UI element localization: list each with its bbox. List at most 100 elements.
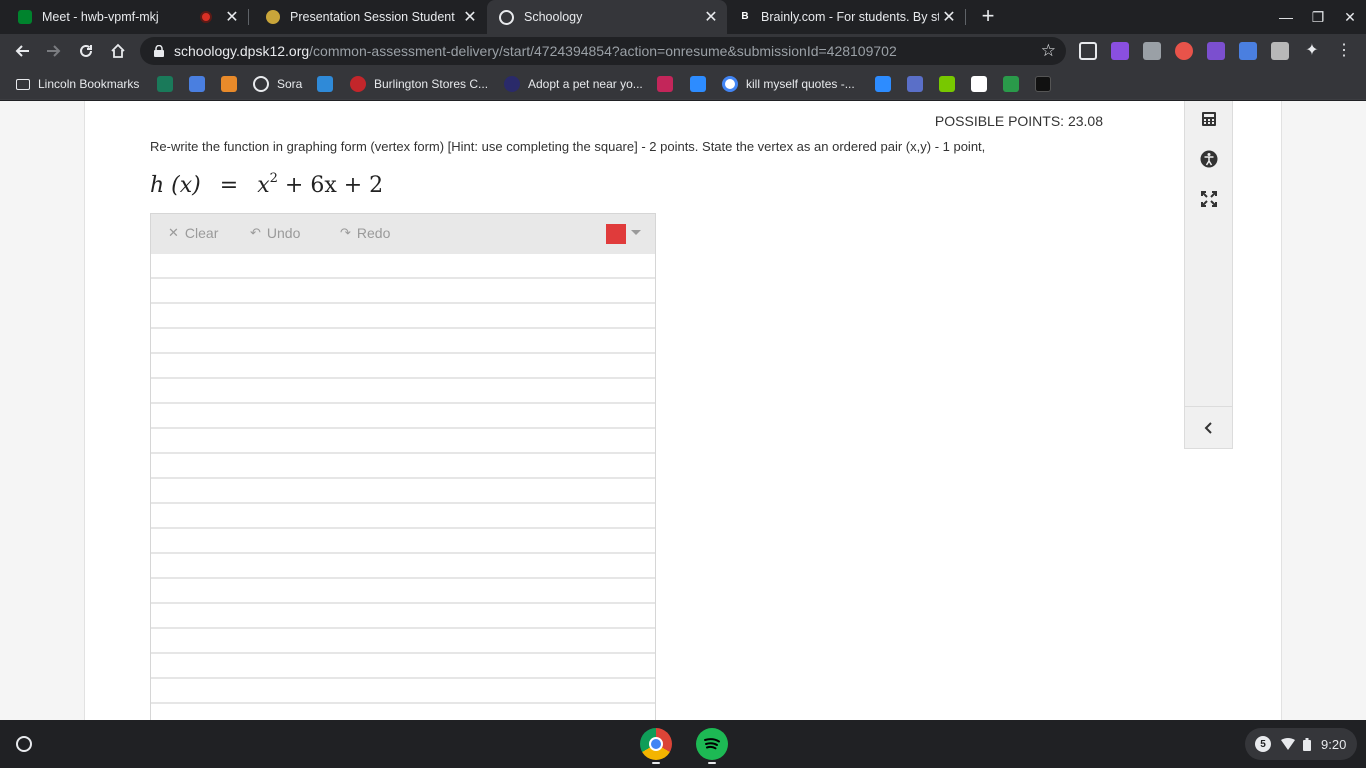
url-path: /common-assessment-delivery/start/472439… <box>309 43 897 59</box>
tab-presentation[interactable]: Presentation Session Student ✕ <box>248 0 486 34</box>
bookmark-icon[interactable] <box>317 76 333 92</box>
close-icon[interactable]: ✕ <box>460 7 480 27</box>
possible-points: POSSIBLE POINTS: 23.08 <box>934 113 1103 129</box>
home-icon[interactable] <box>106 39 130 63</box>
bookmark-icon[interactable] <box>657 76 673 92</box>
bookmark-lincoln[interactable]: Lincoln Bookmarks <box>16 68 139 100</box>
google-meet-icon <box>18 10 32 24</box>
battery-icon <box>1303 737 1311 751</box>
close-icon[interactable]: ✕ <box>222 7 242 27</box>
tab-schoology[interactable]: Schoology ✕ <box>487 0 727 34</box>
collapse-chevron-icon[interactable] <box>1185 410 1232 446</box>
bookmark-icon[interactable] <box>221 76 237 92</box>
browser-toolbar: schoology.dpsk12.org /common-assessment-… <box>0 34 1366 68</box>
drawing-canvas-widget: ✕ Clear ↶ Undo ↷ Redo <box>150 213 656 720</box>
bookmark-icon[interactable] <box>157 76 173 92</box>
close-window-icon[interactable]: ✕ <box>1339 6 1361 28</box>
extension-icon[interactable] <box>1143 42 1161 60</box>
bookmark-adopt[interactable]: Adopt a pet near yo... <box>504 68 643 100</box>
paw-icon <box>504 76 520 92</box>
clear-button[interactable]: ✕ Clear <box>168 225 218 241</box>
google-icon <box>722 76 738 92</box>
translate-icon[interactable] <box>1239 42 1257 60</box>
tool-side-panel <box>1184 101 1233 449</box>
sora-icon <box>253 76 269 92</box>
spotify-icon[interactable] <box>696 728 728 760</box>
bookmark-sora[interactable]: Sora <box>253 68 302 100</box>
drawing-area[interactable] <box>151 254 655 720</box>
url-host: schoology.dpsk12.org <box>174 43 310 59</box>
tab-meet[interactable]: Meet - hwb-vpmf-mkj ✕ <box>0 0 249 34</box>
address-bar[interactable]: schoology.dpsk12.org /common-assessment-… <box>140 37 1066 65</box>
sigma-icon[interactable] <box>971 76 987 92</box>
bookmark-label: Lincoln Bookmarks <box>38 77 140 91</box>
extension-icon[interactable] <box>1111 42 1129 60</box>
tab-title: Meet - hwb-vpmf-mkj <box>42 10 159 24</box>
duolingo-icon[interactable] <box>939 76 955 92</box>
equation-lhs: h (x) <box>150 173 201 198</box>
bookmark-google[interactable]: kill myself quotes -... <box>722 68 855 100</box>
tab-title: Brainly.com - For students. By st <box>761 10 939 24</box>
zoom-icon[interactable] <box>875 76 891 92</box>
bookmark-star-icon[interactable]: ☆ <box>1041 41 1056 61</box>
burlington-icon <box>350 76 366 92</box>
zoom-icon[interactable] <box>690 76 706 92</box>
bookmark-label: kill myself quotes -... <box>746 77 855 91</box>
brainly-icon: B <box>739 10 751 24</box>
minimize-icon[interactable]: — <box>1275 6 1297 28</box>
folder-icon <box>16 78 30 90</box>
extension-icon[interactable] <box>1079 42 1097 60</box>
tab-brainly[interactable]: B Brainly.com - For students. By st ✕ <box>727 0 966 34</box>
drawing-toolbar: ✕ Clear ↶ Undo ↷ Redo <box>151 214 655 254</box>
x-icon: ✕ <box>168 225 179 240</box>
notification-count: 5 <box>1255 736 1271 752</box>
page-content: POSSIBLE POINTS: 23.08 Re-write the func… <box>0 101 1366 720</box>
pear-deck-icon <box>266 10 280 24</box>
tab-strip: Meet - hwb-vpmf-mkj ✕ Presentation Sessi… <box>0 0 1366 34</box>
bookmark-label: Adopt a pet near yo... <box>528 77 643 91</box>
back-icon[interactable] <box>10 39 34 63</box>
question-prompt: Re-write the function in graphing form (… <box>150 139 986 154</box>
bookmark-label: Sora <box>277 77 303 91</box>
tab-title: Presentation Session Student <box>290 10 455 24</box>
bookmark-icon[interactable] <box>1003 76 1019 92</box>
pen-color-swatch[interactable] <box>606 224 626 244</box>
forward-icon[interactable] <box>42 39 66 63</box>
bookmark-icon[interactable] <box>189 76 205 92</box>
extension-icon[interactable] <box>1271 42 1289 60</box>
redo-button[interactable]: ↷ Redo <box>340 225 390 241</box>
launcher-icon[interactable] <box>16 736 32 752</box>
new-tab-button[interactable]: + <box>976 5 1000 29</box>
bookmark-label: Burlington Stores C... <box>374 77 489 91</box>
fullscreen-icon[interactable] <box>1185 181 1232 217</box>
status-tray[interactable]: 5 9:20 <box>1245 728 1357 760</box>
close-icon[interactable]: ✕ <box>701 7 721 27</box>
puzzle-icon[interactable]: ✦ <box>1303 42 1321 60</box>
calendar-icon[interactable] <box>907 76 923 92</box>
undo-button[interactable]: ↶ Undo <box>250 225 300 241</box>
extension-icon[interactable] <box>1175 42 1193 60</box>
restore-icon[interactable]: ❐ <box>1307 6 1329 28</box>
extension-icon[interactable] <box>1207 42 1225 60</box>
equation-base: x <box>257 173 270 198</box>
reload-icon[interactable] <box>74 39 98 63</box>
equation-rest: + 6x + 2 <box>284 173 384 198</box>
accessibility-icon[interactable] <box>1185 141 1232 177</box>
chrome-icon[interactable] <box>640 728 672 760</box>
lock-icon <box>154 45 164 57</box>
running-indicator <box>708 762 716 764</box>
equation: h (x) = x2 + 6x + 2 <box>150 171 383 198</box>
calculator-icon[interactable] <box>1185 101 1232 137</box>
tab-title: Schoology <box>524 10 583 24</box>
undo-icon: ↶ <box>250 225 261 240</box>
recording-icon <box>200 11 212 23</box>
chevron-down-icon[interactable] <box>631 230 641 235</box>
bookmark-burlington[interactable]: Burlington Stores C... <box>350 68 488 100</box>
schoology-icon <box>499 9 514 25</box>
running-indicator <box>652 762 660 764</box>
brainly-icon[interactable] <box>1035 76 1051 92</box>
undo-label: Undo <box>266 225 301 241</box>
equation-exponent: 2 <box>269 171 278 186</box>
close-icon[interactable]: ✕ <box>939 7 959 27</box>
menu-icon[interactable]: ⋮ <box>1335 42 1353 60</box>
